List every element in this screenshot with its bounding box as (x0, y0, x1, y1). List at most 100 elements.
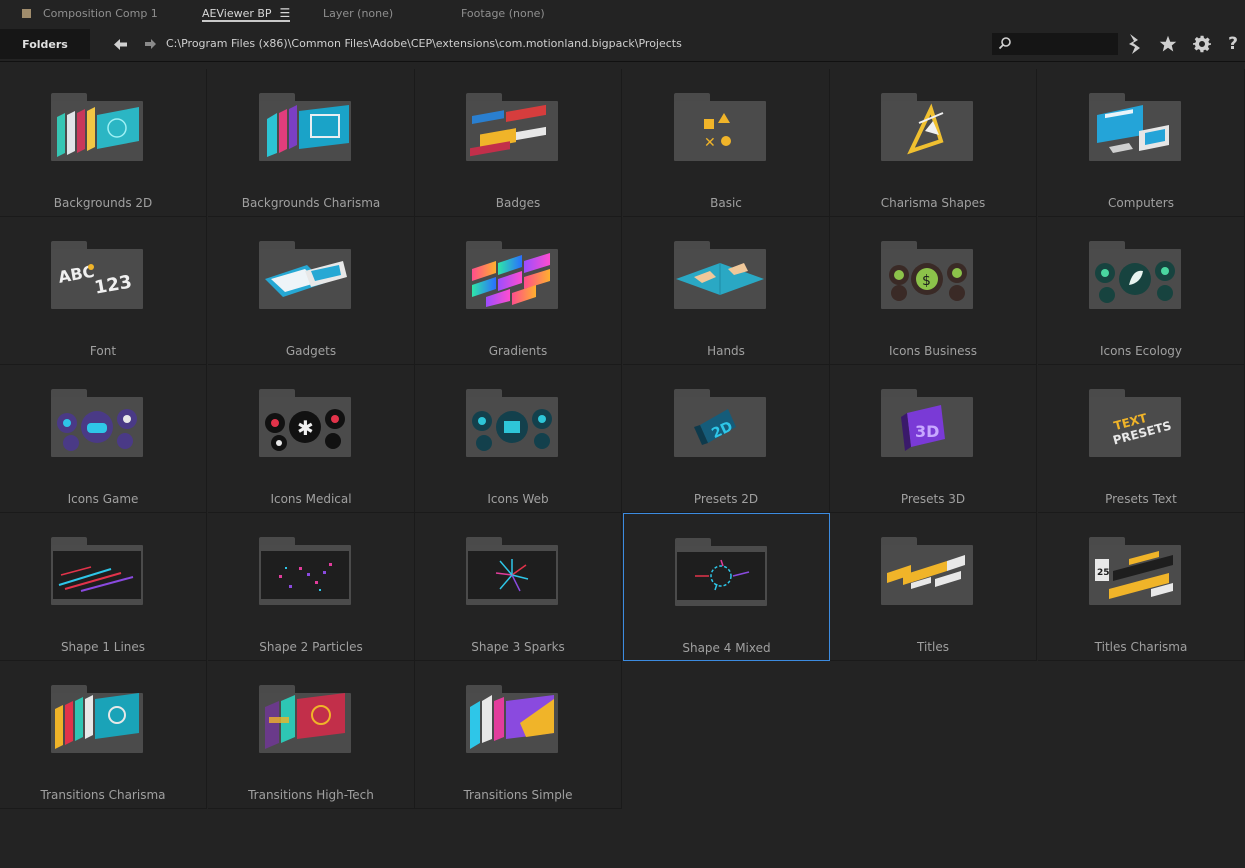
folder-item[interactable]: Gradients (415, 217, 622, 365)
svg-text:25: 25 (1097, 568, 1110, 578)
folder-thumbnail (881, 545, 973, 605)
help-icon[interactable]: ? (1222, 34, 1244, 54)
tab-aeviewer[interactable]: AEViewer BP ☰ (202, 0, 291, 26)
folder-icon: ABC 123 (51, 241, 143, 309)
tab-label: Footage (none) (461, 6, 545, 20)
folder-label: Hands (707, 344, 745, 358)
folder-thumbnail (466, 101, 558, 161)
search-icon (998, 37, 1011, 50)
panel-menu-icon[interactable]: ☰ (280, 6, 291, 20)
folder-item[interactable]: Hands (623, 217, 830, 365)
lightning-icon[interactable] (1124, 34, 1146, 54)
folder-thumbnail (51, 397, 143, 457)
folder-thumbnail (51, 693, 143, 753)
tab-footage[interactable]: Footage (none) (461, 0, 545, 26)
folder-thumbnail (1089, 101, 1181, 161)
folder-item[interactable]: Icons Web (415, 365, 622, 513)
folder-icon: ✱ (259, 389, 351, 457)
folder-icon (259, 93, 351, 161)
folder-item[interactable]: Gadgets (208, 217, 415, 365)
folder-item[interactable]: Backgrounds 2D (0, 69, 207, 217)
svg-text:✱: ✱ (297, 416, 314, 440)
folder-label: Presets 3D (900, 492, 966, 506)
folder-label: Icons Ecology (1099, 344, 1183, 358)
search-input[interactable] (992, 33, 1118, 55)
folder-label: Charisma Shapes (880, 196, 986, 210)
tab-composition[interactable]: Composition Comp 1 (22, 0, 158, 26)
folder-icon: ✕ (674, 93, 766, 161)
forward-arrow-icon[interactable] (141, 36, 159, 52)
folder-label: Backgrounds Charisma (241, 196, 381, 210)
folder-item[interactable]: Shape 3 Sparks (415, 513, 622, 661)
folder-icon (259, 537, 351, 605)
folder-label: Shape 2 Particles (259, 640, 363, 654)
gear-icon[interactable] (1191, 34, 1213, 54)
folder-icon (466, 241, 558, 309)
folder-icon (881, 537, 973, 605)
composition-icon (22, 8, 31, 18)
folder-item[interactable]: Computers (1038, 69, 1245, 217)
folder-item[interactable]: ABC 123 Font (0, 217, 207, 365)
folder-thumbnail: ✱ (259, 397, 351, 457)
toolbar: Folders C:\Program Files (x86)\Common Fi… (0, 28, 1245, 62)
back-arrow-icon[interactable] (111, 36, 129, 52)
folder-label: Titles Charisma (1094, 640, 1188, 654)
folder-thumbnail: 3D (881, 397, 973, 457)
folder-icon: 2D (674, 389, 766, 457)
star-icon[interactable] (1157, 34, 1179, 54)
folder-item[interactable]: Icons Game (0, 365, 207, 513)
folder-item[interactable]: Transitions Charisma (0, 661, 207, 809)
folder-item[interactable]: Shape 4 Mixed (623, 513, 830, 661)
folder-item[interactable]: ✕ Basic (623, 69, 830, 217)
folder-item[interactable]: ✱ Icons Medical (208, 365, 415, 513)
folder-icon (674, 241, 766, 309)
folder-thumbnail (466, 397, 558, 457)
folder-thumbnail: ABC 123 (51, 249, 143, 309)
path-breadcrumb: C:\Program Files (x86)\Common Files\Adob… (166, 37, 682, 50)
folder-item[interactable]: Transitions Simple (415, 661, 622, 809)
folder-item[interactable]: Icons Ecology (1038, 217, 1245, 365)
folder-item[interactable]: $ Icons Business (830, 217, 1037, 365)
folder-thumbnail (881, 101, 973, 161)
folder-icon (675, 538, 767, 606)
folder-item[interactable]: 25 Titles Charisma (1038, 513, 1245, 661)
folder-item[interactable]: Shape 1 Lines (0, 513, 207, 661)
folder-icon (881, 93, 973, 161)
tab-label: Composition Comp 1 (43, 6, 158, 20)
folder-label: Gradients (488, 344, 548, 358)
folder-label: Titles (917, 640, 949, 654)
folder-icon: TEXT PRESETS (1089, 389, 1181, 457)
folder-thumbnail: 25 (1089, 545, 1181, 605)
folder-thumbnail (51, 101, 143, 161)
folder-thumbnail (259, 693, 351, 753)
folder-item[interactable]: Titles (830, 513, 1037, 661)
folder-label: Presets 2D (693, 492, 759, 506)
folder-label: Icons Game (67, 492, 139, 506)
active-tab-indicator (202, 20, 291, 22)
folder-icon (466, 685, 558, 753)
folder-icon: 25 (1089, 537, 1181, 605)
folder-thumbnail (675, 546, 767, 606)
folder-label: Backgrounds 2D (53, 196, 153, 210)
folder-label: Icons Medical (270, 492, 352, 506)
folder-label: Presets Text (1105, 492, 1177, 506)
folder-thumbnail: TEXT PRESETS (1089, 397, 1181, 457)
folder-item[interactable]: Transitions High-Tech (208, 661, 415, 809)
folder-icon (259, 685, 351, 753)
folder-thumbnail (51, 545, 143, 605)
folder-icon (466, 93, 558, 161)
folder-item[interactable]: 2D Presets 2D (623, 365, 830, 513)
tab-layer[interactable]: Layer (none) (323, 0, 393, 26)
folders-button[interactable]: Folders (0, 29, 90, 59)
folder-item[interactable]: Badges (415, 69, 622, 217)
folder-icon: $ (881, 241, 973, 309)
folder-item[interactable]: 3D Presets 3D (830, 365, 1037, 513)
folder-label: Shape 4 Mixed (682, 641, 771, 655)
svg-text:3D: 3D (915, 422, 939, 441)
folder-thumbnail (674, 249, 766, 309)
folder-item[interactable]: TEXT PRESETS Presets Text (1038, 365, 1245, 513)
folder-item[interactable]: Backgrounds Charisma (208, 69, 415, 217)
folder-item[interactable]: Shape 2 Particles (208, 513, 415, 661)
folder-item[interactable]: Charisma Shapes (830, 69, 1037, 217)
folder-icon (51, 537, 143, 605)
